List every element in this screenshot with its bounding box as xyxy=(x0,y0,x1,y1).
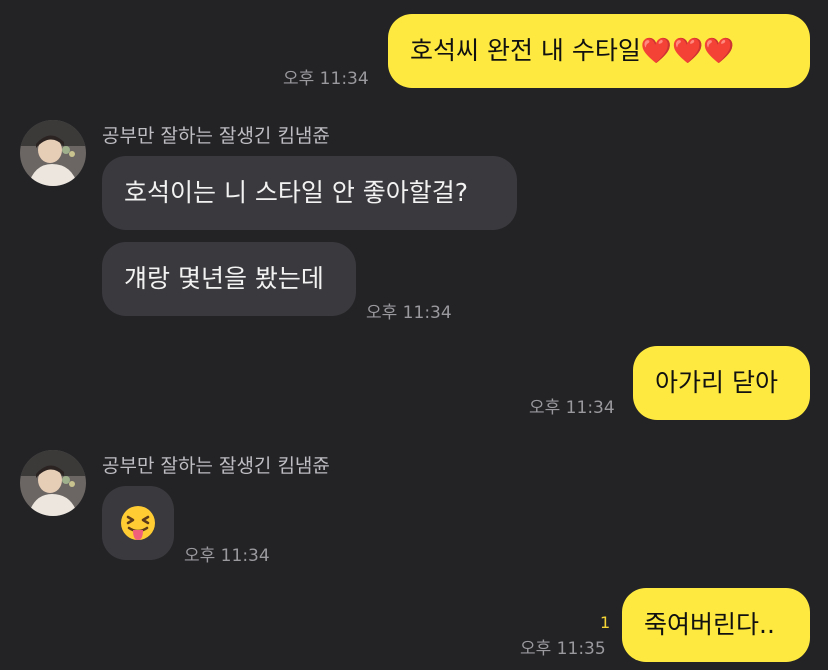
their-message-bubble[interactable]: 호석이는 니 스타일 안 좋아할걸? xyxy=(102,156,517,230)
timestamp: 오후 11:34 xyxy=(283,69,369,89)
timestamp: 오후 11:34 xyxy=(529,398,615,418)
avatar[interactable] xyxy=(20,450,86,516)
unread-count: 1 xyxy=(600,613,611,632)
message-text: 걔랑 몇년을 봤는데 xyxy=(124,264,324,293)
message-text: 호석이는 니 스타일 안 좋아할걸? xyxy=(124,178,469,207)
my-message-bubble[interactable]: 호석씨 완전 내 수타일❤️❤️❤️ xyxy=(388,14,810,88)
heart-emoji: ❤️❤️❤️ xyxy=(640,36,735,65)
their-emoji-bubble[interactable] xyxy=(102,486,174,560)
timestamp: 오후 11:34 xyxy=(184,546,270,566)
avatar-photo xyxy=(20,450,86,516)
timestamp: 오후 11:34 xyxy=(366,303,452,323)
timestamp: 오후 11:35 xyxy=(520,639,606,659)
message-text: 죽여버린다.. xyxy=(644,610,775,639)
avatar-photo xyxy=(20,120,86,186)
my-message-bubble[interactable]: 죽여버린다.. xyxy=(622,588,810,662)
tongue-out-face-icon xyxy=(121,506,155,540)
message-text: 호석씨 완전 내 수타일 xyxy=(410,36,641,65)
sender-name: 공부만 잘하는 잘생긴 킴냄쥰 xyxy=(102,455,330,477)
sender-name: 공부만 잘하는 잘생긴 킴냄쥰 xyxy=(102,125,330,147)
their-message-bubble[interactable]: 걔랑 몇년을 봤는데 xyxy=(102,242,356,316)
my-message-bubble[interactable]: 아가리 닫아 xyxy=(633,346,810,420)
avatar[interactable] xyxy=(20,120,86,186)
message-text: 아가리 닫아 xyxy=(655,368,778,397)
